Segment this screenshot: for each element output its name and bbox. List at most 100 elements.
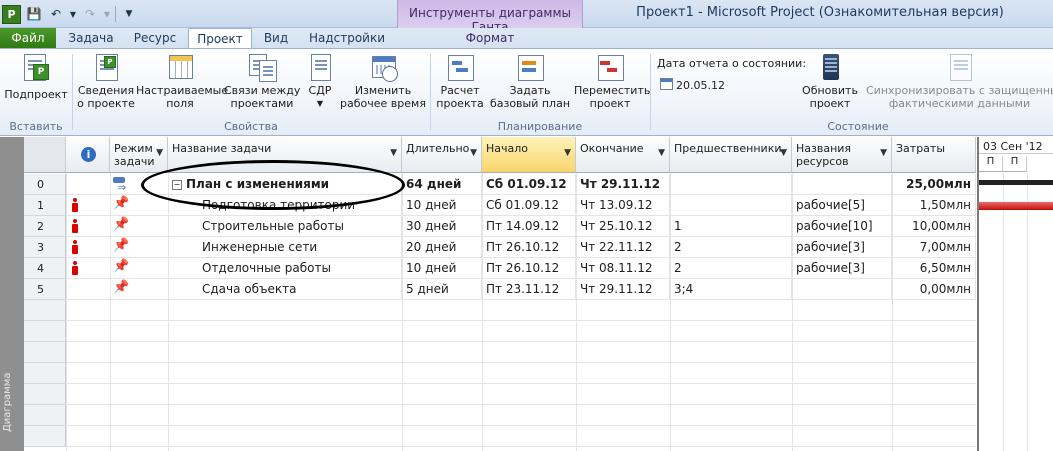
empty-row-header[interactable] (24, 300, 66, 321)
tab-resource[interactable]: Ресурс (124, 28, 186, 48)
cell-finish[interactable]: Чт 22.11.12 (576, 237, 670, 258)
calculate-project-button[interactable]: Расчет проекта (434, 52, 486, 110)
cell-start[interactable]: Сб 01.09.12 (482, 195, 576, 216)
row-id[interactable]: 2 (24, 216, 66, 237)
cell-resources[interactable]: рабочие[5] (792, 195, 892, 216)
update-project-button[interactable]: Обновить проект (798, 52, 862, 110)
empty-row[interactable] (66, 363, 976, 384)
column-header-duration[interactable]: Длительно ▼ (402, 137, 482, 173)
tab-task[interactable]: Задача (62, 28, 120, 48)
save-icon[interactable]: 💾 (25, 5, 43, 23)
empty-row[interactable] (66, 384, 976, 405)
column-header-indicators[interactable]: i (66, 137, 110, 173)
empty-row-header[interactable] (24, 342, 66, 363)
undo-icon[interactable]: ↶ (47, 5, 65, 23)
cell-name[interactable]: Строительные работы (168, 216, 402, 237)
redo-dropdown-icon[interactable]: ▼ (103, 5, 111, 23)
cell-cost[interactable]: 10,00млн (892, 216, 976, 237)
cell-start[interactable]: Пт 26.10.12 (482, 237, 576, 258)
column-header-finish[interactable]: Окончание ▼ (576, 137, 670, 173)
column-header-task-name[interactable]: Название задачи ▼ (168, 137, 402, 173)
cell-finish[interactable]: Чт 25.10.12 (576, 216, 670, 237)
cell-cost[interactable]: 7,00млн (892, 237, 976, 258)
cell-resources[interactable] (792, 279, 892, 300)
cell-predecessors[interactable]: 2 (670, 258, 792, 279)
tab-format[interactable]: Формат (397, 28, 583, 48)
filter-dropdown-icon[interactable]: ▼ (658, 147, 665, 160)
filter-dropdown-icon[interactable]: ▼ (564, 147, 571, 160)
empty-row[interactable] (66, 321, 976, 342)
cell-resources[interactable]: рабочие[3] (792, 258, 892, 279)
cell-predecessors[interactable]: 1 (670, 216, 792, 237)
calendar-icon[interactable] (660, 78, 673, 90)
cell-finish[interactable]: Чт 29.11.12 (576, 279, 670, 300)
set-baseline-button[interactable]: Задать базовый план (488, 52, 572, 110)
change-working-time-button[interactable]: Изменить рабочее время (340, 52, 426, 110)
column-header-resources[interactable]: Названия ресурсов ▼ (792, 137, 892, 173)
cell-duration[interactable]: 10 дней (402, 258, 482, 279)
status-date-value[interactable]: 20.05.12 (676, 79, 725, 92)
cell-finish[interactable]: Чт 29.11.12 (576, 174, 670, 195)
column-header-cost[interactable]: Затраты (892, 137, 976, 173)
cell-finish[interactable]: Чт 13.09.12 (576, 195, 670, 216)
tab-view[interactable]: Вид (254, 28, 298, 48)
customize-toolbar-icon[interactable]: ▼ (120, 5, 138, 23)
filter-dropdown-icon[interactable]: ▼ (390, 147, 397, 160)
cell-predecessors[interactable]: 3;4 (670, 279, 792, 300)
summary-task-bar[interactable] (979, 180, 1053, 185)
filter-dropdown-icon[interactable]: ▼ (470, 147, 477, 160)
critical-task-bar[interactable] (979, 202, 1053, 210)
cell-name[interactable]: Сдача объекта (168, 279, 402, 300)
project-info-button[interactable]: P Сведения о проекте (76, 52, 136, 110)
empty-row[interactable] (66, 342, 976, 363)
cell-name[interactable]: Инженерные сети (168, 237, 402, 258)
wbs-button[interactable]: СДР ▼ (302, 52, 338, 110)
empty-row-header[interactable] (24, 384, 66, 405)
cell-finish[interactable]: Чт 08.11.12 (576, 258, 670, 279)
filter-dropdown-icon[interactable]: ▼ (880, 147, 887, 160)
column-header-task-mode[interactable]: Режим задачи ▼ (110, 137, 168, 173)
cell-cost[interactable]: 0,00млн (892, 279, 976, 300)
cell-start[interactable]: Пт 23.11.12 (482, 279, 576, 300)
row-id[interactable]: 0 (24, 174, 66, 195)
custom-fields-button[interactable]: Настраиваемые поля (136, 52, 228, 110)
redo-icon[interactable]: ↷ (81, 5, 99, 23)
cell-duration[interactable]: 5 дней (402, 279, 482, 300)
filter-dropdown-icon[interactable]: ▼ (156, 147, 163, 160)
cell-predecessors[interactable] (670, 174, 792, 195)
empty-row[interactable] (66, 300, 976, 321)
cell-name[interactable]: Подготовка территории (168, 195, 402, 216)
cell-start[interactable]: Пт 14.09.12 (482, 216, 576, 237)
empty-row-header[interactable] (24, 405, 66, 426)
cell-duration[interactable]: 64 дней (402, 174, 482, 195)
empty-row-header[interactable] (24, 426, 66, 447)
row-id[interactable]: 3 (24, 237, 66, 258)
empty-row-header[interactable] (24, 363, 66, 384)
cell-start[interactable]: Пт 26.10.12 (482, 258, 576, 279)
empty-row-header[interactable] (24, 321, 66, 342)
empty-row[interactable] (66, 405, 976, 426)
tab-addins[interactable]: Надстройки (302, 28, 392, 48)
cell-cost[interactable]: 6,50млн (892, 258, 976, 279)
cell-resources[interactable]: рабочие[10] (792, 216, 892, 237)
cell-duration[interactable]: 10 дней (402, 195, 482, 216)
subproject-button[interactable]: P Подпроект (4, 52, 68, 101)
project-app-icon[interactable]: P (2, 4, 21, 24)
cell-name[interactable]: Отделочные работы (168, 258, 402, 279)
row-id[interactable]: 1 (24, 195, 66, 216)
undo-dropdown-icon[interactable]: ▼ (69, 5, 77, 23)
cell-duration[interactable]: 20 дней (402, 237, 482, 258)
cell-predecessors[interactable] (670, 195, 792, 216)
tab-file[interactable]: Файл (0, 28, 56, 48)
row-id[interactable]: 5 (24, 279, 66, 300)
tab-project[interactable]: Проект (188, 28, 252, 50)
column-header-start[interactable]: Начало ▼ (482, 137, 576, 173)
cell-cost[interactable]: 1,50млн (892, 195, 976, 216)
filter-dropdown-icon[interactable]: ▼ (780, 147, 787, 160)
cell-start[interactable]: Сб 01.09.12 (482, 174, 576, 195)
select-all-corner[interactable] (24, 137, 66, 173)
sync-actuals-button[interactable]: Синхронизировать с защищенными фактическ… (866, 52, 1053, 110)
row-id[interactable]: 4 (24, 258, 66, 279)
column-header-predecessors[interactable]: Предшественники ▼ (670, 137, 792, 173)
cell-cost[interactable]: 25,00млн (892, 174, 976, 195)
